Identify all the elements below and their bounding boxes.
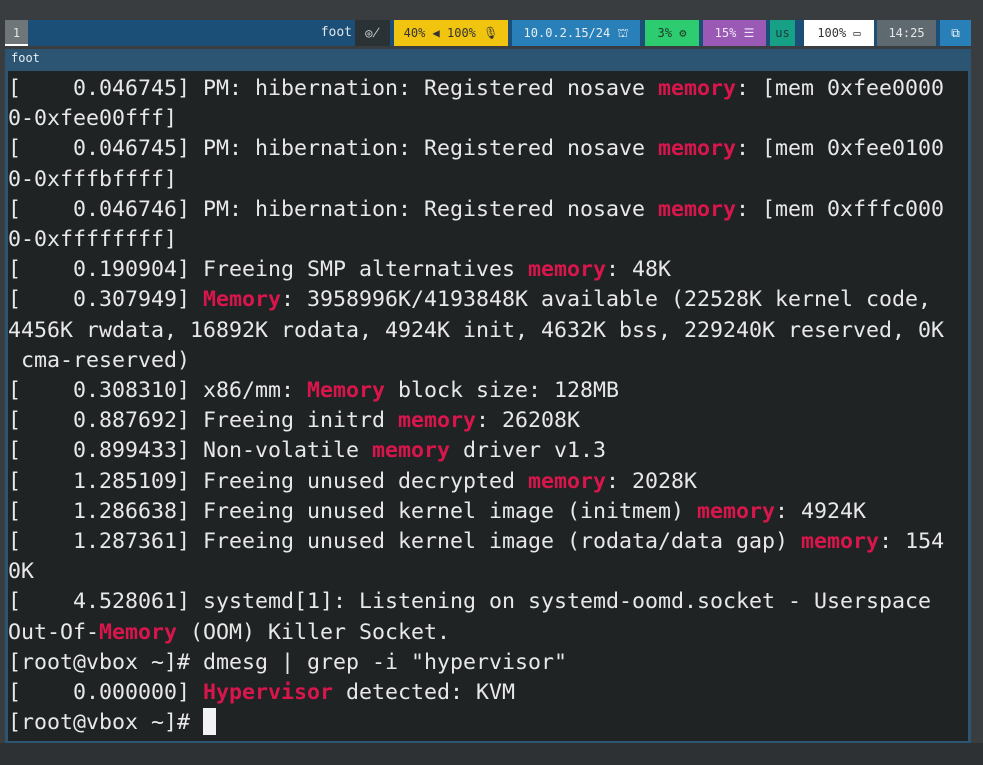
grep-match: memory <box>801 529 880 554</box>
line-text: : [mem 0xfffc000 <box>736 196 945 222</box>
battery-module[interactable]: 100% ▭ <box>804 20 874 46</box>
grep-match: memory <box>528 257 607 283</box>
line-text: Out-Of- <box>8 619 100 645</box>
terminal-line: [root@vbox ~]# <box>8 708 217 738</box>
terminal-line: 0K <box>8 557 34 587</box>
terminal-line: [ 0.307949] Memory: 3958996K/4193848K av… <box>8 285 931 315</box>
line-text: : 4924K <box>775 498 867 524</box>
grep-match: Memory <box>203 287 282 313</box>
terminal-line: [ 0.046745] PM: hibernation: Registered … <box>8 74 944 104</box>
terminal-line: [ 1.285109] Freeing unused decrypted mem… <box>8 467 697 497</box>
line-text: [ 0.887692] Freeing initrd <box>8 408 399 434</box>
grep-match: Hypervisor <box>203 680 334 705</box>
terminal-line: [ 0.899433] Non-volatile memory driver v… <box>8 436 606 466</box>
line-text: [ 0.046746] PM: hibernation: Registered … <box>8 196 659 222</box>
line-text: 0K <box>8 559 35 585</box>
line-text: [ 1.285109] Freeing unused decrypted <box>8 468 529 494</box>
network-module[interactable]: 10.0.2.15/24 ⛫ <box>512 20 640 46</box>
grep-match: Memory <box>99 619 178 645</box>
line-text: : 48K <box>606 257 672 283</box>
line-text: : 154 <box>879 529 945 554</box>
grep-match: memory <box>658 136 737 162</box>
terminal-line: 0-0xfee00fff] <box>8 104 177 134</box>
grep-match: memory <box>372 438 451 464</box>
grep-match: Memory <box>307 378 386 403</box>
terminal-line: [ 4.528061] systemd[1]: Listening on sys… <box>8 587 931 617</box>
audio-module[interactable]: 40% ◀ 100% 🎙 <box>394 20 508 46</box>
line-text: [ 0.190904] Freeing SMP alternatives <box>8 257 529 283</box>
line-text: [ 0.046745] PM: hibernation: Registered … <box>8 76 659 101</box>
grep-match: memory <box>528 468 607 494</box>
line-text: 0-0xffffffff] <box>8 227 178 252</box>
cpu-module[interactable]: 3% ⚙ <box>645 20 699 46</box>
line-text: [ 0.000000] <box>8 680 204 705</box>
line-text: detected: KVM <box>333 680 516 705</box>
terminal-line: [ 1.287361] Freeing unused kernel image … <box>8 527 944 557</box>
terminal-cursor <box>203 708 217 736</box>
line-text: driver v1.3 <box>450 438 607 464</box>
grep-match: memory <box>398 408 477 434</box>
line-text: [ 0.307949] <box>8 287 204 313</box>
terminal-line: cma-reserved) <box>8 346 190 376</box>
window-title: foot <box>11 51 40 65</box>
line-text: [ 1.286638] Freeing unused kernel image … <box>8 498 698 524</box>
line-text: (OOM) Killer Socket. <box>177 619 451 645</box>
focused-window-title: foot <box>320 25 352 40</box>
clock-module[interactable]: 14:25 <box>877 20 936 46</box>
terminal-line: Out-Of-Memory (OOM) Killer Socket. <box>8 618 450 648</box>
memory-module[interactable]: 15% ☰ <box>703 20 766 46</box>
terminal-line: [ 0.046745] PM: hibernation: Registered … <box>8 134 944 164</box>
line-text: cma-reserved) <box>8 347 191 373</box>
grep-match: memory <box>658 76 737 101</box>
line-text: : 3958996K/4193848K available (22528K ke… <box>281 287 932 313</box>
terminal-line: 4456K rwdata, 16892K rodata, 4924K init,… <box>8 316 944 346</box>
line-text: 4456K rwdata, 16892K rodata, 4924K init,… <box>8 317 945 343</box>
line-text: block size: 128MB <box>385 378 620 403</box>
line-text: : 2028K <box>606 468 698 494</box>
line-text: [root@vbox ~]# dmesg | grep -i "hypervis… <box>8 649 568 675</box>
line-text: [ 4.528061] systemd[1]: Listening on sys… <box>8 589 932 615</box>
desktop-background <box>0 743 983 765</box>
line-text: : [mem 0xfee0100 <box>736 136 945 162</box>
grep-match: memory <box>658 196 737 222</box>
terminal-line: [ 0.887692] Freeing initrd memory: 26208… <box>8 406 580 436</box>
line-text: : [mem 0xfee0000 <box>736 76 945 101</box>
line-text: 0-0xfee00fff] <box>8 106 178 132</box>
terminal-line: [ 0.046746] PM: hibernation: Registered … <box>8 195 944 225</box>
terminal-line: [ 0.190904] Freeing SMP alternatives mem… <box>8 255 671 285</box>
top-bar: 1 foot ◎̸ 40% ◀ 100% 🎙 10.0.2.15/24 ⛫ 3% ⚙ 1… <box>5 20 971 46</box>
line-text: [ 0.046745] PM: hibernation: Registered … <box>8 136 659 162</box>
eye-off-icon: ◎̸ <box>365 26 380 40</box>
workspace-button[interactable]: 1 <box>5 20 28 46</box>
terminal-line: 0-0xffffffff] <box>8 225 177 255</box>
grep-match: memory <box>697 498 776 524</box>
terminal-line: [root@vbox ~]# dmesg | grep -i "hypervis… <box>8 648 567 678</box>
line-text: [ 0.899433] Non-volatile <box>8 438 373 464</box>
keyboard-layout-module[interactable]: us <box>770 20 795 46</box>
line-text: [root@vbox ~]# <box>8 710 204 736</box>
tray-module[interactable]: ⧉ <box>940 20 971 46</box>
line-text: [ 1.287361] Freeing unused kernel image … <box>8 529 802 554</box>
idle-inhibitor-module[interactable]: ◎̸ <box>355 20 390 46</box>
terminal-line: 0-0xfffbffff] <box>8 165 177 195</box>
line-text: [ 0.308310] x86/mm: <box>8 378 308 403</box>
terminal-window[interactable]: foot [ 0.046745] PM: hibernation: Regist… <box>5 49 971 743</box>
terminal-line: [ 0.308310] x86/mm: Memory block size: 1… <box>8 376 619 406</box>
line-text: : 26208K <box>476 408 581 434</box>
line-text: 0-0xfffbffff] <box>8 166 178 192</box>
terminal-line: [ 0.000000] Hypervisor detected: KVM <box>8 678 515 708</box>
terminal-line: [ 1.286638] Freeing unused kernel image … <box>8 497 866 527</box>
terminal-output[interactable]: [ 0.046745] PM: hibernation: Registered … <box>8 71 968 741</box>
